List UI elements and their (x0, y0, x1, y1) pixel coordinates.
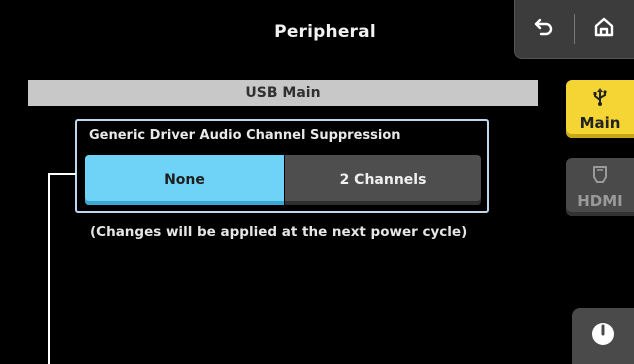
setting-panel: Generic Driver Audio Channel Suppression… (75, 119, 489, 213)
power-cycle-note: (Changes will be applied at the next pow… (90, 224, 468, 240)
option-label: 2 Channels (339, 172, 427, 188)
tab-hdmi[interactable]: HDMI (566, 158, 634, 216)
option-none-button[interactable]: None (85, 155, 284, 205)
home-button[interactable] (575, 0, 633, 58)
usb-icon (591, 87, 609, 111)
tab-label: HDMI (577, 191, 623, 210)
tab-main[interactable]: Main (566, 80, 634, 138)
callout-line (48, 173, 50, 364)
power-icon (590, 321, 616, 351)
back-arrow-icon (533, 16, 555, 42)
power-button[interactable] (572, 308, 634, 364)
callout-line (48, 173, 76, 175)
section-title: USB Main (245, 85, 321, 101)
option-2-channels-button[interactable]: 2 Channels (285, 155, 481, 205)
tab-label: Main (579, 113, 621, 132)
section-header: USB Main (28, 80, 538, 106)
home-icon (593, 16, 615, 42)
setting-label: Generic Driver Audio Channel Suppression (89, 128, 401, 143)
back-button[interactable] (515, 0, 573, 58)
option-label: None (164, 172, 205, 188)
top-navigation (514, 0, 634, 59)
page-title: Peripheral (274, 22, 376, 42)
hdmi-icon (592, 165, 608, 189)
